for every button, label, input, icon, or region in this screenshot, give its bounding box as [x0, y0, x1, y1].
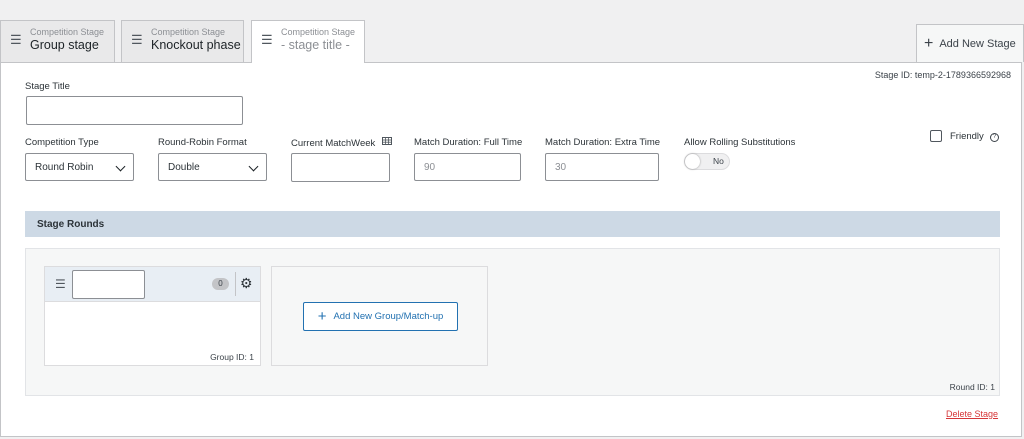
friendly-checkbox[interactable] [930, 130, 942, 142]
tab-group-stage[interactable]: ☰ Competition Stage Group stage [0, 20, 115, 62]
plus-icon: + [317, 308, 327, 325]
tab-title: - stage title - [281, 38, 350, 52]
stage-rounds-title: Stage Rounds [37, 218, 105, 230]
group-count-badge: 0 [212, 278, 229, 290]
chevron-down-icon [248, 161, 259, 172]
duration-extra-input[interactable]: 30 [545, 153, 659, 181]
toggle-knob [685, 154, 700, 169]
competition-type-label: Competition Type [25, 137, 99, 148]
friendly-label: Friendly [950, 131, 984, 142]
drag-handle-icon[interactable]: ☰ [10, 33, 22, 46]
competition-type-select[interactable]: Round Robin [25, 153, 134, 181]
stage-title-input[interactable] [26, 96, 243, 125]
calendar-grid-icon[interactable] [381, 137, 392, 145]
add-group-card: + Add New Group/Match-up [271, 266, 488, 366]
stage-panel: Stage ID: temp-2-1789366592968 Stage Tit… [0, 62, 1022, 437]
gear-icon[interactable]: ⚙ [240, 275, 253, 291]
delete-stage-link[interactable]: Delete Stage [946, 409, 998, 419]
tab-new-stage[interactable]: ☰ Competition Stage - stage title - [251, 20, 365, 63]
duration-extra-label: Match Duration: Extra Time [545, 137, 661, 148]
plus-icon: + [924, 34, 934, 52]
tab-kicker: Competition Stage [30, 27, 105, 37]
rolling-subs-value: No [713, 156, 724, 166]
round-container: ☰ 0 ⚙ Group ID: 1 + Add New Group/Match-… [25, 248, 1000, 396]
drag-handle-icon[interactable]: ☰ [55, 278, 66, 290]
add-new-group-button[interactable]: + Add New Group/Match-up [303, 302, 458, 331]
stage-rounds-header: Stage Rounds [25, 211, 1000, 237]
current-matchweek-input[interactable] [291, 153, 390, 182]
chevron-down-icon [115, 161, 126, 172]
tab-knockout-phase[interactable]: ☰ Competition Stage Knockout phase [121, 20, 244, 62]
divider [235, 272, 236, 296]
drag-handle-icon[interactable]: ☰ [261, 33, 273, 46]
round-robin-format-label: Round-Robin Format [158, 137, 247, 148]
stage-title-label: Stage Title [25, 81, 70, 92]
round-id: Round ID: 1 [949, 382, 995, 392]
help-icon[interactable]: ? [990, 133, 999, 142]
group-name-input[interactable] [72, 270, 145, 299]
duration-full-input[interactable]: 90 [414, 153, 521, 181]
tab-title: Knockout phase [151, 38, 241, 52]
group-card: ☰ 0 ⚙ Group ID: 1 [44, 266, 261, 366]
tab-kicker: Competition Stage [281, 27, 356, 37]
tab-kicker: Competition Stage [151, 27, 226, 37]
add-new-group-label: Add New Group/Match-up [333, 311, 444, 322]
stage-tabs: ☰ Competition Stage Group stage ☰ Compet… [0, 0, 1024, 63]
duration-full-label: Match Duration: Full Time [414, 137, 523, 148]
group-id: Group ID: 1 [210, 352, 254, 362]
add-new-stage-label: Add New Stage [939, 37, 1016, 50]
stage-id: Stage ID: temp-2-1789366592968 [874, 70, 1011, 80]
current-matchweek-label: Current MatchWeek [291, 137, 392, 149]
round-robin-format-value: Double [168, 161, 200, 173]
current-matchweek-label-text: Current MatchWeek [291, 138, 376, 149]
competition-type-value: Round Robin [35, 161, 94, 173]
drag-handle-icon[interactable]: ☰ [131, 33, 143, 46]
round-robin-format-select[interactable]: Double [158, 153, 267, 181]
rolling-subs-toggle[interactable]: No [684, 153, 730, 170]
group-header: ☰ 0 ⚙ [45, 267, 260, 302]
tab-title: Group stage [30, 38, 99, 52]
add-new-stage-button[interactable]: + Add New Stage [916, 24, 1024, 62]
rolling-subs-label: Allow Rolling Substitutions [684, 137, 796, 148]
